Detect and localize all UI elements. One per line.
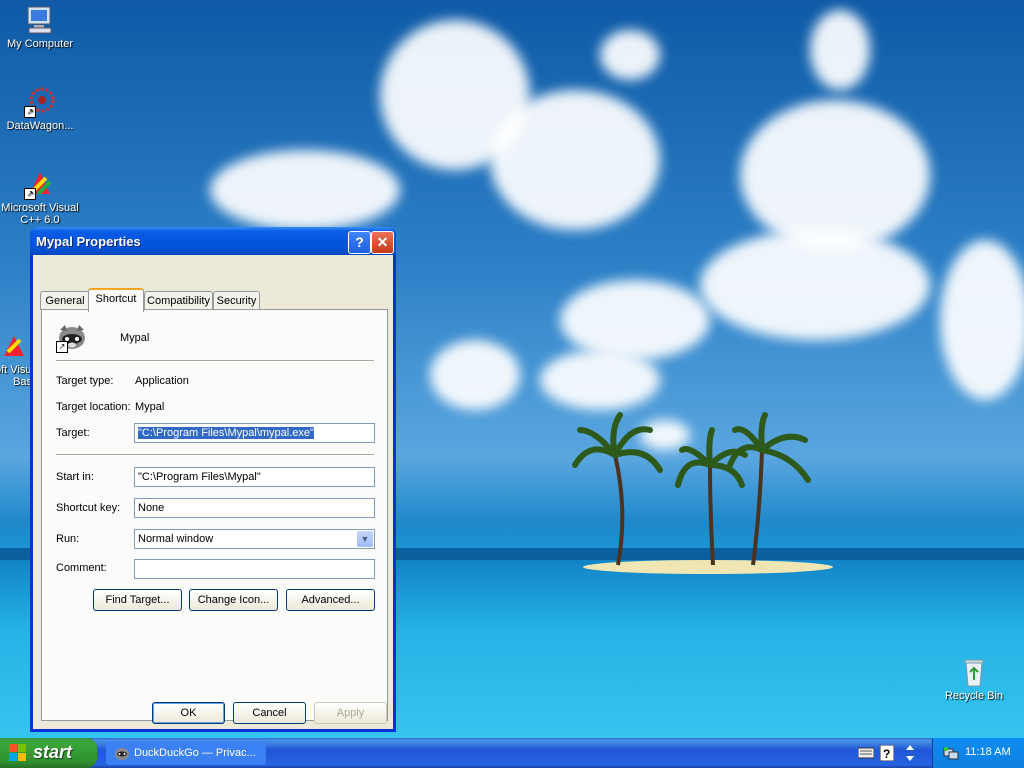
recycle-bin-icon [958,656,990,688]
shortcut-panel: ↗ Mypal Target type: Application Target … [41,309,388,721]
run-select[interactable]: Normal window ▼ [134,529,375,549]
cloud [490,90,660,230]
tab-shortcut[interactable]: Shortcut [88,288,144,312]
mypal-app-icon: ↗ [56,321,88,353]
visual-cpp-icon: ↗ [24,168,56,200]
target-location-label: Target location: [56,401,131,413]
desktop: My Computer ↗ DataWagon... ↗ Microsoft V… [0,0,1024,738]
comment-label: Comment: [56,562,107,574]
mypal-app-icon [115,748,129,760]
cloud [600,30,660,80]
properties-dialog: Mypal Properties ? ✕ General Shortcut Co… [30,227,396,732]
desktop-icon-datawagon[interactable]: ↗ DataWagon... [0,86,80,132]
scroll-arrows-icon[interactable] [904,744,916,762]
visual-basic-icon [0,330,32,362]
run-label: Run: [56,533,80,545]
desktop-icon-label: Recycle Bin [944,690,1004,702]
shortcut-arrow-icon: ↗ [24,188,36,200]
desktop-icon-visual-cpp[interactable]: ↗ Microsoft Visual C++ 6.0 [0,168,80,228]
help-icon[interactable]: ? [880,745,894,761]
target-type-label: Target type: [56,375,114,387]
close-icon: ✕ [376,234,389,250]
advanced-button[interactable]: Advanced... [286,589,375,611]
dialog-titlebar[interactable]: Mypal Properties ? ✕ [30,227,396,255]
run-select-value: Normal window [138,533,214,545]
tab-security[interactable]: Security [213,291,260,310]
separator [56,360,374,362]
comment-field[interactable] [134,559,375,579]
target-type-value: Application [135,375,189,387]
target-field[interactable]: "C:\Program Files\Mypal\mypal.exe" [134,423,375,443]
computer-icon [24,4,56,36]
clock: 11:18 AM [965,746,1011,758]
shortcut-key-field[interactable]: None [134,498,375,518]
desktop-icon-recycle-bin[interactable]: Recycle Bin [934,656,1014,702]
target-location-value: Mypal [135,401,165,413]
target-value: "C:\Program Files\Mypal\mypal.exe" [138,427,314,439]
svg-text:?: ? [883,747,890,761]
tab-compatibility[interactable]: Compatibility [144,291,213,310]
shortcut-arrow-icon: ↗ [24,106,36,118]
windows-logo-icon [9,744,26,761]
network-icon[interactable] [943,746,959,760]
taskbar: start DuckDuckGo — Privac... ? 11:18 AM [0,738,1024,768]
help-button[interactable]: ? [348,231,371,254]
cloud [430,340,520,410]
start-in-field[interactable]: "C:\Program Files\Mypal" [134,467,375,487]
help-icon: ? [355,234,364,250]
cloud [810,10,870,90]
close-button[interactable]: ✕ [371,231,394,254]
app-name: Mypal [120,332,150,344]
keyboard-icon[interactable] [858,746,874,760]
taskbar-button-duckduckgo[interactable]: DuckDuckGo — Privac... [106,741,266,765]
cloud [700,230,930,340]
target-label: Target: [56,427,90,439]
chevron-down-icon[interactable]: ▼ [357,531,373,547]
shortcut-key-label: Shortcut key: [56,502,121,514]
datawagon-icon: ↗ [24,86,56,118]
desktop-icon-label: Microsoft Visual C++ 6.0 [1,202,79,226]
cloud [940,240,1024,400]
change-icon-button[interactable]: Change Icon... [189,589,278,611]
ok-button[interactable]: OK [152,702,225,724]
start-label: start [33,742,73,762]
desktop-icon-my-computer[interactable]: My Computer [0,4,80,50]
cloud [540,350,660,410]
taskbar-button-label: DuckDuckGo — Privac... [134,747,256,759]
cloud [560,280,710,360]
palm-trees [572,412,811,566]
cloud [740,100,930,250]
dialog-title: Mypal Properties [36,234,141,249]
cancel-button[interactable]: Cancel [233,702,306,724]
tab-general[interactable]: General [40,291,90,310]
shortcut-arrow-icon: ↗ [56,341,68,353]
desktop-icon-label: My Computer [6,38,74,50]
apply-button[interactable]: Apply [314,702,387,724]
dialog-client: General Shortcut Compatibility Security … [33,255,393,729]
find-target-button[interactable]: Find Target... [93,589,182,611]
separator [56,454,374,456]
desktop-icon-label: DataWagon... [6,120,74,132]
start-button[interactable]: start [0,738,97,768]
cloud [210,150,400,230]
start-in-label: Start in: [56,471,94,483]
